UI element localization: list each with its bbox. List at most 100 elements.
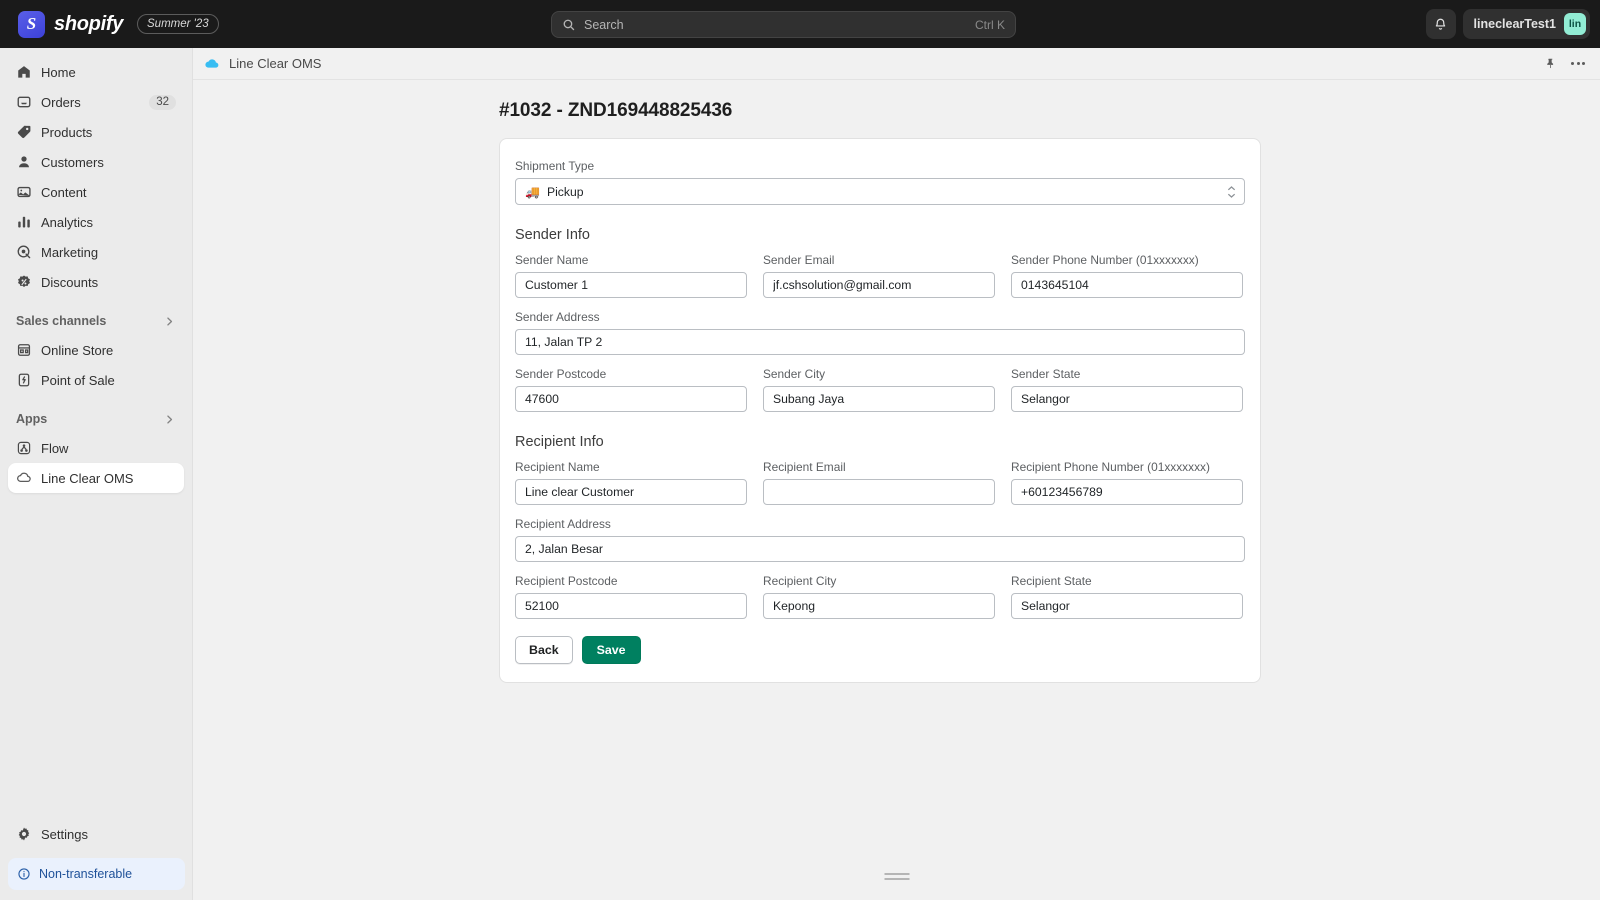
sender-city-field: Sender City — [763, 367, 995, 412]
orders-count-badge: 32 — [149, 94, 176, 110]
sender-state-input[interactable] — [1011, 386, 1243, 412]
sidebar-item-analytics[interactable]: Analytics — [8, 207, 184, 237]
recipient-state-field: Recipient State — [1011, 574, 1243, 619]
sidebar-item-discounts[interactable]: Discounts — [8, 267, 184, 297]
sidebar-primary-nav: Home Orders 32 Products Customers Conten… — [0, 48, 192, 493]
shopify-logo-letter: S — [26, 14, 37, 33]
search-icon — [563, 19, 575, 30]
sidebar-item-settings[interactable]: Settings — [8, 819, 185, 849]
sender-name-input[interactable] — [515, 272, 747, 298]
recipient-address-input[interactable] — [515, 536, 1245, 562]
chevron-right-icon — [167, 316, 173, 326]
sidebar-item-marketing[interactable]: Marketing — [8, 237, 184, 267]
info-circle-icon — [18, 868, 30, 880]
topbar-right-cluster: lineclearTest1 lin — [1425, 0, 1590, 48]
shipment-type-select[interactable]: 🚚 Pickup — [515, 178, 1245, 205]
ellipsis-icon — [1571, 62, 1585, 65]
account-menu-button[interactable]: lineclearTest1 lin — [1462, 9, 1590, 39]
shipment-type-select-display[interactable]: 🚚 Pickup — [515, 178, 1245, 205]
recipient-phone-field: Recipient Phone Number (01xxxxxxx) — [1011, 460, 1243, 505]
chevron-right-icon — [167, 414, 173, 424]
recipient-city-field: Recipient City — [763, 574, 995, 619]
recipient-state-input[interactable] — [1011, 593, 1243, 619]
season-badge: Summer '23 — [137, 14, 219, 34]
recipient-postcode-input[interactable] — [515, 593, 747, 619]
sender-email-label: Sender Email — [763, 253, 835, 267]
app-frame-title: Line Clear OMS — [229, 56, 322, 71]
pin-app-button[interactable] — [1539, 53, 1561, 75]
sender-postcode-input[interactable] — [515, 386, 747, 412]
sender-name-label: Sender Name — [515, 253, 589, 267]
page-title: #1032 - ZND169448825436 — [499, 100, 733, 121]
sidebar-item-flow[interactable]: Flow — [8, 433, 184, 463]
sender-row-2: Sender Postcode Sender City Sender State — [515, 367, 1245, 412]
shipment-type-value: Pickup — [546, 184, 584, 199]
sidebar-section-label: Sales channels — [16, 314, 107, 328]
sender-phone-field: Sender Phone Number (01xxxxxxx) — [1011, 253, 1243, 298]
bell-icon — [1435, 18, 1446, 30]
recipient-address-label: Recipient Address — [515, 517, 611, 531]
sender-email-field: Sender Email — [763, 253, 995, 298]
sidebar-section-sales-channels[interactable]: Sales channels — [8, 307, 184, 335]
recipient-phone-label: Recipient Phone Number (01xxxxxxx) — [1011, 460, 1210, 474]
recipient-row-1: Recipient Name Recipient Email Recipient… — [515, 460, 1245, 505]
app-frame-identity: Line Clear OMS — [193, 56, 321, 72]
non-transferable-banner[interactable]: Non-transferable — [8, 858, 185, 890]
sidebar-item-point-of-sale[interactable]: Point of Sale — [8, 365, 184, 395]
sender-email-input[interactable] — [763, 272, 995, 298]
sidebar-item-line-clear-oms[interactable]: Line Clear OMS — [8, 463, 184, 493]
sidebar-item-label: Products — [41, 124, 93, 140]
sidebar-item-home[interactable]: Home — [8, 57, 184, 87]
app-more-menu-button[interactable] — [1567, 53, 1589, 75]
search-input[interactable]: Search Ctrl K — [551, 11, 1016, 38]
sidebar-section-apps[interactable]: Apps — [8, 405, 184, 433]
shipment-type-label: Shipment Type — [515, 159, 595, 173]
sidebar-item-label: Settings — [41, 826, 88, 842]
sidebar-item-orders[interactable]: Orders 32 — [8, 87, 184, 117]
sender-phone-input[interactable] — [1011, 272, 1243, 298]
recipient-name-field: Recipient Name — [515, 460, 747, 505]
account-name: lineclearTest1 — [1473, 17, 1556, 31]
sender-row-1: Sender Name Sender Email Sender Phone Nu… — [515, 253, 1245, 298]
recipient-postcode-field: Recipient Postcode — [515, 574, 747, 619]
pos-terminal-icon — [18, 373, 30, 387]
sidebar-item-label: Orders — [41, 94, 81, 110]
save-button[interactable]: Save — [581, 636, 641, 664]
sidebar-item-label: Home — [41, 64, 76, 80]
shopify-brand[interactable]: S shopify Summer '23 — [0, 10, 219, 38]
recipient-name-label: Recipient Name — [515, 460, 600, 474]
flow-nodes-icon — [17, 441, 31, 455]
back-button[interactable]: Back — [515, 636, 573, 664]
recipient-name-input[interactable] — [515, 479, 747, 505]
tag-icon — [17, 125, 31, 138]
sidebar-item-customers[interactable]: Customers — [8, 147, 184, 177]
recipient-phone-input[interactable] — [1011, 479, 1243, 505]
form-actions: Back Save — [515, 636, 1245, 664]
sidebar: Home Orders 32 Products Customers Conten… — [0, 48, 193, 900]
storefront-icon — [17, 344, 31, 356]
sidebar-footer: Settings Non-transferable — [0, 819, 193, 900]
sender-address-input[interactable] — [515, 329, 1245, 355]
recipient-state-label: Recipient State — [1011, 574, 1092, 588]
recipient-email-label: Recipient Email — [763, 460, 846, 474]
content-image-icon — [17, 186, 31, 198]
sender-postcode-label: Sender Postcode — [515, 367, 607, 381]
sidebar-item-content[interactable]: Content — [8, 177, 184, 207]
cloud-icon — [205, 58, 219, 68]
search-placeholder: Search — [584, 17, 624, 32]
select-chevron-icon — [1227, 185, 1236, 198]
cloud-icon — [17, 472, 31, 482]
sidebar-item-products[interactable]: Products — [8, 117, 184, 147]
shipment-type-field: Shipment Type 🚚 Pickup — [515, 159, 1245, 205]
notifications-button[interactable] — [1425, 9, 1456, 39]
resize-handle[interactable] — [884, 873, 910, 880]
recipient-address-field: Recipient Address — [515, 517, 1245, 562]
recipient-email-input[interactable] — [763, 479, 995, 505]
sidebar-section-label: Apps — [16, 412, 48, 426]
sidebar-item-online-store[interactable]: Online Store — [8, 335, 184, 365]
non-transferable-label: Non-transferable — [39, 867, 133, 881]
sender-city-input[interactable] — [763, 386, 995, 412]
app-frame-header: Line Clear OMS — [193, 48, 1600, 80]
recipient-city-input[interactable] — [763, 593, 995, 619]
sidebar-item-label: Line Clear OMS — [41, 470, 134, 486]
